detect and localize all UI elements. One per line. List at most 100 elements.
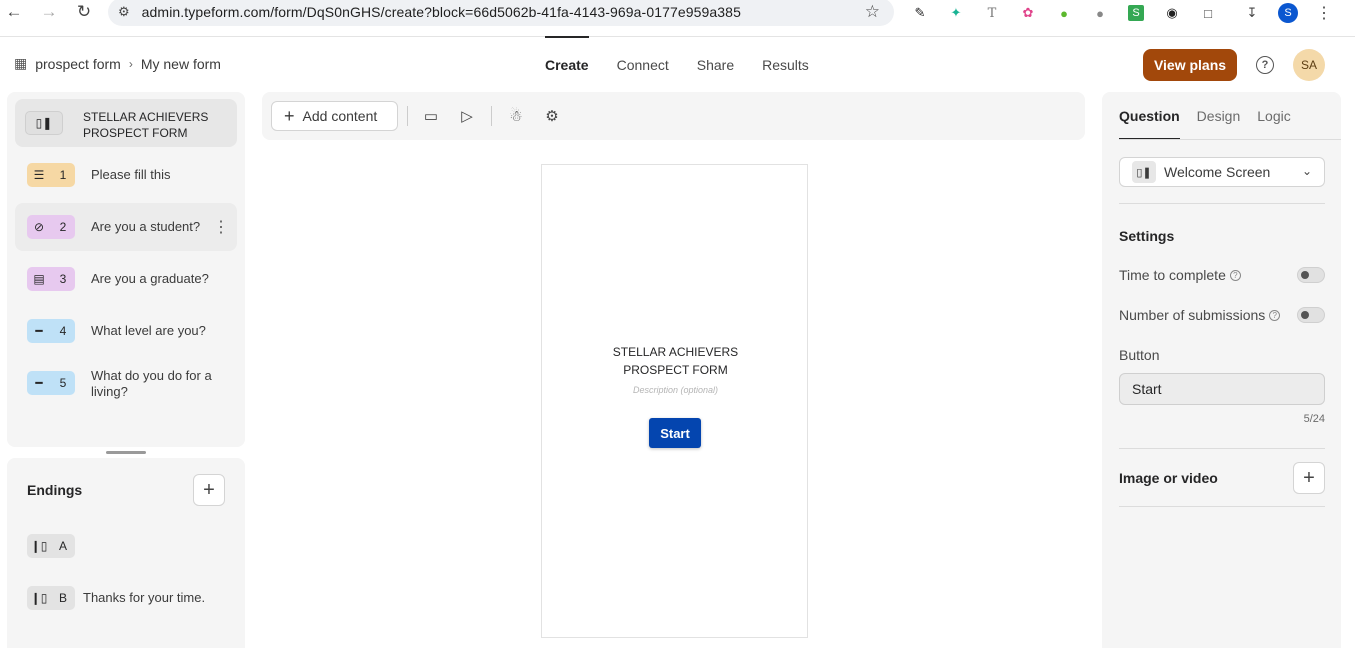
form-name[interactable]: My new form — [141, 56, 221, 72]
preview-start-button[interactable]: Start — [649, 418, 701, 448]
ending-item[interactable]: ❙▯ B Thanks for your time. — [27, 586, 227, 610]
pen-extension-icon[interactable]: ✎ — [908, 1, 932, 25]
question-number: 3 — [59, 272, 67, 286]
question-number: 2 — [59, 220, 67, 234]
add-media-button[interactable]: + — [1293, 462, 1325, 494]
top-tabs: Create Connect Share Results — [531, 36, 823, 93]
preview-description-placeholder[interactable]: Description (optional) — [542, 385, 809, 395]
yes-no-icon: ⊘ — [33, 220, 45, 234]
section-divider — [1119, 448, 1325, 449]
tab-design[interactable]: Design — [1197, 92, 1241, 140]
properties-panel: Question Design Logic ▯❚ Welcome Screen … — [1102, 92, 1341, 648]
contact-info-icon: ☰ — [33, 168, 45, 182]
download-icon[interactable]: ↧ — [1240, 1, 1264, 25]
help-icon[interactable]: ? — [1256, 56, 1274, 74]
time-to-complete-toggle[interactable] — [1297, 267, 1325, 283]
question-number: 4 — [59, 324, 67, 338]
ending-label: Thanks for your time. — [83, 590, 206, 605]
question-item[interactable]: ▤ 3 Are you a graduate? — [15, 255, 237, 303]
tab-create-label: Create — [545, 57, 589, 73]
puzzle-extensions-icon[interactable]: □ — [1196, 1, 1220, 25]
tabs-divider — [1119, 139, 1341, 140]
tab-results[interactable]: Results — [748, 37, 823, 93]
question-item[interactable]: ━ 5 What do you do for a living? — [15, 359, 237, 407]
browser-menu-icon[interactable]: ⋮ — [1312, 1, 1336, 25]
add-ending-button[interactable]: + — [193, 474, 225, 506]
add-content-label: Add content — [302, 108, 378, 124]
preview-title[interactable]: STELLAR ACHIEVERS PROSPECT FORM — [542, 343, 809, 379]
endings-title: Endings — [27, 482, 83, 498]
text-extension-icon[interactable]: T — [980, 1, 1004, 25]
site-info-icon[interactable]: ⚙ — [118, 4, 130, 20]
workspace-link[interactable]: prospect form — [35, 56, 121, 72]
view-plans-button[interactable]: View plans — [1143, 49, 1237, 81]
section-divider — [1119, 506, 1325, 507]
avatar[interactable]: SA — [1293, 49, 1325, 81]
add-content-button[interactable]: + Add content — [271, 101, 398, 131]
reload-icon[interactable]: ↻ — [72, 0, 96, 24]
more-options-icon[interactable]: ⋮ — [213, 217, 229, 237]
question-badge: ━ 5 — [27, 371, 75, 395]
breadcrumb: ▦ prospect form › My new form — [14, 55, 221, 72]
back-icon[interactable]: ← — [2, 0, 26, 24]
tab-logic[interactable]: Logic — [1257, 92, 1290, 140]
welcome-label-line2: PROSPECT FORM — [83, 126, 188, 140]
question-label: Are you a student? — [91, 219, 201, 234]
desktop-preview-icon[interactable]: ▭ — [420, 105, 442, 127]
number-of-submissions-label: Number of submissions ? — [1119, 307, 1281, 323]
block-type-select[interactable]: ▯❚ Welcome Screen ⌄ — [1119, 157, 1325, 187]
accessibility-icon[interactable]: ☃ — [505, 105, 527, 127]
wordpress-extension-icon[interactable]: ◉ — [1160, 1, 1184, 25]
tab-question[interactable]: Question — [1119, 92, 1180, 140]
number-of-submissions-toggle[interactable] — [1297, 307, 1325, 323]
question-item[interactable]: ⊘ 2 Are you a student? ⋮ — [15, 203, 237, 251]
browser-toolbar: ← → ↻ ⚙ admin.typeform.com/form/DqS0nGHS… — [0, 0, 1355, 26]
question-item[interactable]: ━ 4 What level are you? — [15, 307, 237, 355]
number-of-submissions-text: Number of submissions — [1119, 307, 1266, 323]
bird-extension-icon[interactable]: ✦ — [944, 1, 968, 25]
chevron-right-icon: › — [128, 56, 133, 71]
green-extension-icon[interactable]: ● — [1052, 1, 1076, 25]
play-preview-icon[interactable]: ▷ — [456, 105, 478, 127]
ending-item[interactable]: ❙▯ A — [27, 534, 227, 558]
grey-extension-icon[interactable]: ● — [1088, 1, 1112, 25]
preview-title-line1: STELLAR ACHIEVERS — [612, 345, 739, 359]
url-text[interactable]: admin.typeform.com/form/DqS0nGHS/create?… — [142, 4, 741, 20]
questions-panel: ▯❚ STELLAR ACHIEVERS PROSPECT FORM ☰ 1 P… — [7, 92, 245, 447]
plus-icon: + — [1303, 466, 1315, 489]
color-extension-icon[interactable]: ✿ — [1016, 1, 1040, 25]
tab-connect[interactable]: Connect — [603, 37, 683, 93]
sheet-extension-icon[interactable]: S — [1124, 1, 1148, 25]
form-preview[interactable]: STELLAR ACHIEVERS PROSPECT FORM Descript… — [541, 164, 808, 638]
tab-share[interactable]: Share — [683, 37, 748, 93]
bookmark-star-icon[interactable]: ☆ — [865, 2, 880, 22]
info-icon[interactable]: ? — [1269, 309, 1281, 321]
settings-heading: Settings — [1119, 228, 1175, 244]
preview-title-line2: PROSPECT FORM — [623, 363, 728, 377]
ending-letter: B — [58, 591, 67, 605]
profile-avatar[interactable]: S — [1276, 1, 1300, 25]
button-label: Button — [1119, 347, 1160, 363]
question-item[interactable]: ☰ 1 Please fill this — [15, 151, 237, 199]
block-type-value: Welcome Screen — [1164, 164, 1271, 180]
ending-screen-icon: ❙▯ — [30, 591, 48, 605]
question-badge: ▤ 3 — [27, 267, 75, 291]
profile-initial: S — [1278, 3, 1298, 23]
question-number: 1 — [59, 168, 67, 182]
plus-icon: + — [203, 478, 215, 501]
panel-resize-handle[interactable] — [106, 451, 146, 454]
multiple-choice-icon: ▤ — [33, 272, 45, 286]
chevron-down-icon: ⌄ — [1301, 164, 1312, 178]
forward-icon[interactable]: → — [37, 0, 61, 24]
info-icon[interactable]: ? — [1229, 269, 1241, 281]
settings-gear-icon[interactable]: ⚙ — [541, 105, 563, 127]
tab-connect-label: Connect — [616, 57, 669, 73]
welcome-screen-item[interactable]: ▯❚ STELLAR ACHIEVERS PROSPECT FORM — [15, 99, 237, 147]
address-bar[interactable]: ⚙ admin.typeform.com/form/DqS0nGHS/creat… — [108, 0, 894, 26]
button-text-input[interactable]: Start — [1119, 373, 1325, 405]
tab-create[interactable]: Create — [531, 36, 603, 93]
grid-icon[interactable]: ▦ — [14, 55, 27, 72]
time-to-complete-text: Time to complete — [1119, 267, 1226, 283]
question-badge: ━ 4 — [27, 319, 75, 343]
time-to-complete-label: Time to complete ? — [1119, 267, 1241, 283]
